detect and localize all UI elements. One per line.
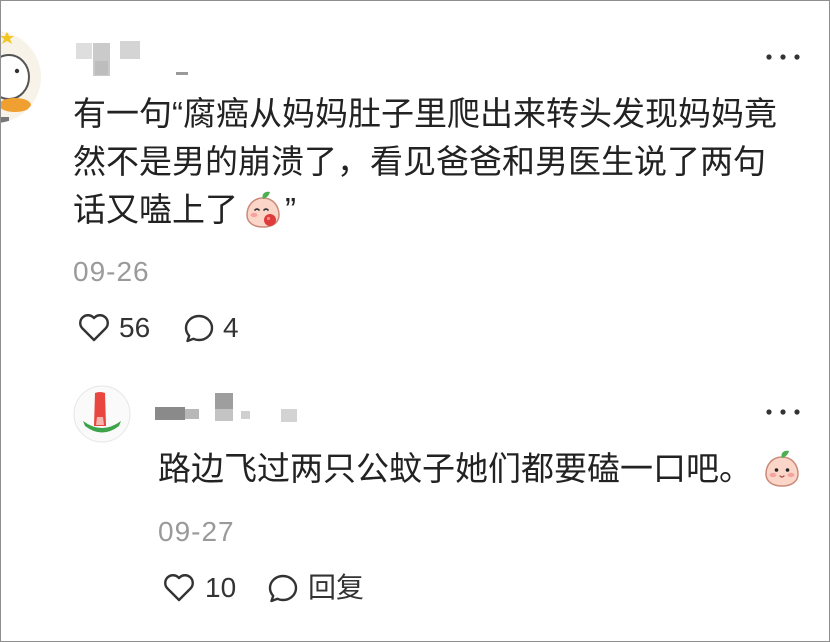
- reply-text: 路边飞过两只公蚊子她们都要磕一口吧。: [158, 450, 752, 487]
- like-button[interactable]: 10: [163, 573, 236, 603]
- blur-pixel: [215, 409, 233, 421]
- blur-pixel: [120, 41, 140, 59]
- comment-thread: 有一句“腐癌从妈妈肚子里爬出来转头发现妈妈竟 然不是男的崩溃了，看见爸爸和男医生…: [0, 0, 830, 642]
- like-count: 10: [205, 572, 237, 603]
- comment-text-line: 有一句“腐癌从妈妈肚子里爬出来转头发现妈妈竟: [73, 95, 777, 132]
- peach-face-emoji: [246, 191, 280, 228]
- blur-pixel: [281, 409, 297, 422]
- blur-pixel: [176, 72, 188, 75]
- comment-text-line: 然不是男的崩溃了，看见爸爸和男医生说了两句: [73, 143, 766, 180]
- like-count: 56: [119, 312, 151, 343]
- more-options-icon[interactable]: [765, 407, 801, 417]
- comment-text-line: 话又嗑上了 ”: [73, 186, 296, 234]
- comment-date: 09-26: [73, 256, 150, 287]
- heart-icon[interactable]: [78, 313, 110, 343]
- reply-text-line: 路边飞过两只公蚊子她们都要磕一口吧。: [158, 445, 802, 493]
- blur-pixel: [76, 43, 92, 59]
- blur-pixel: [241, 411, 250, 419]
- comment-bubble-icon[interactable]: [183, 313, 215, 343]
- watermelon-avatar[interactable]: [73, 385, 131, 443]
- user-avatar[interactable]: [1, 25, 51, 129]
- comment-text-segment: ”: [285, 191, 296, 228]
- reply-label: 回复: [308, 572, 365, 603]
- reply-date: 09-27: [158, 516, 235, 547]
- reply-count: 4: [223, 312, 239, 343]
- like-button[interactable]: 56: [78, 313, 150, 343]
- blur-pixel: [95, 61, 108, 75]
- comment-text-segment: 话又嗑上了: [73, 191, 238, 228]
- blurred-username[interactable]: [155, 393, 300, 425]
- peach-face-emoji: [765, 450, 799, 487]
- blurred-username[interactable]: [76, 39, 191, 79]
- reply-button[interactable]: 回复: [267, 573, 364, 603]
- reply-button[interactable]: 4: [183, 313, 239, 343]
- blur-pixel: [155, 407, 185, 420]
- heart-icon[interactable]: [163, 573, 195, 603]
- comment-bubble-icon[interactable]: [267, 573, 299, 603]
- blur-pixel: [185, 409, 199, 419]
- more-options-icon[interactable]: [765, 52, 801, 62]
